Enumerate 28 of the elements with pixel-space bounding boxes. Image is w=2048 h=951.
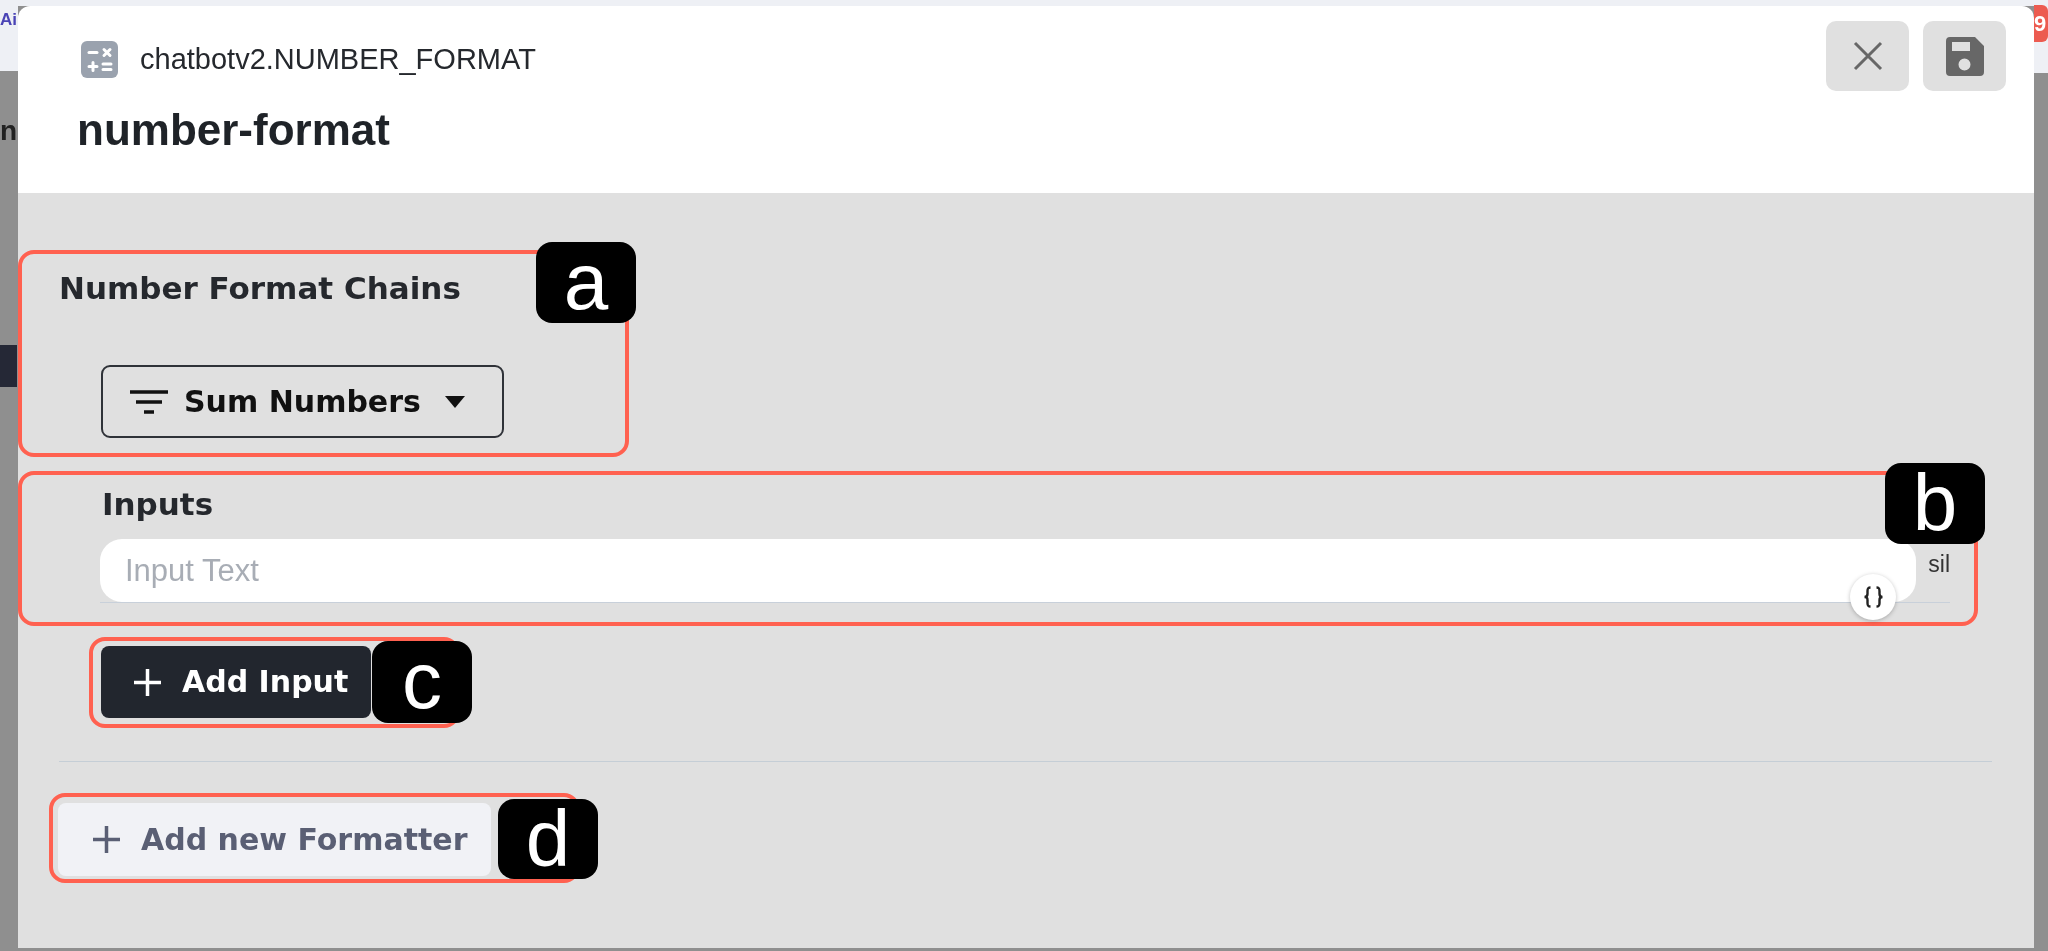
dialog-title: number-format bbox=[77, 104, 390, 156]
braces-icon bbox=[1862, 586, 1884, 608]
filter-icon bbox=[130, 388, 168, 415]
variable-button[interactable] bbox=[1850, 574, 1897, 620]
caret-icon bbox=[444, 395, 465, 408]
page-heading-text: n bbox=[0, 114, 18, 148]
close-icon bbox=[1852, 41, 1883, 71]
save-icon bbox=[1945, 36, 1984, 76]
count-badge: 9 bbox=[2034, 5, 2048, 42]
callout-label: d bbox=[498, 799, 598, 879]
plus-icon bbox=[133, 667, 162, 697]
add-input-button[interactable]: Add Input bbox=[101, 646, 372, 718]
section-heading: Number Format Chains bbox=[59, 270, 461, 306]
plus-icon bbox=[92, 825, 121, 854]
close-button[interactable] bbox=[1826, 21, 1909, 91]
callout-label: a bbox=[536, 242, 636, 323]
callout-label: b bbox=[1885, 463, 1985, 544]
section-heading: Inputs bbox=[102, 486, 214, 522]
input-field[interactable]: Input Text bbox=[100, 539, 1917, 602]
callout-label: c bbox=[372, 641, 472, 723]
calculator-icon bbox=[81, 41, 118, 78]
brand-text: Ai bbox=[0, 10, 18, 30]
delete-link[interactable]: sil bbox=[1928, 550, 1950, 578]
add-formatter-button[interactable]: Add new Formatter bbox=[58, 803, 492, 876]
sidebar-block bbox=[0, 345, 17, 387]
save-button[interactable] bbox=[1923, 21, 2006, 91]
chain-dropdown[interactable]: Sum Numbers bbox=[101, 365, 504, 438]
source-name: chatbotv2.NUMBER_FORMAT bbox=[140, 42, 536, 77]
